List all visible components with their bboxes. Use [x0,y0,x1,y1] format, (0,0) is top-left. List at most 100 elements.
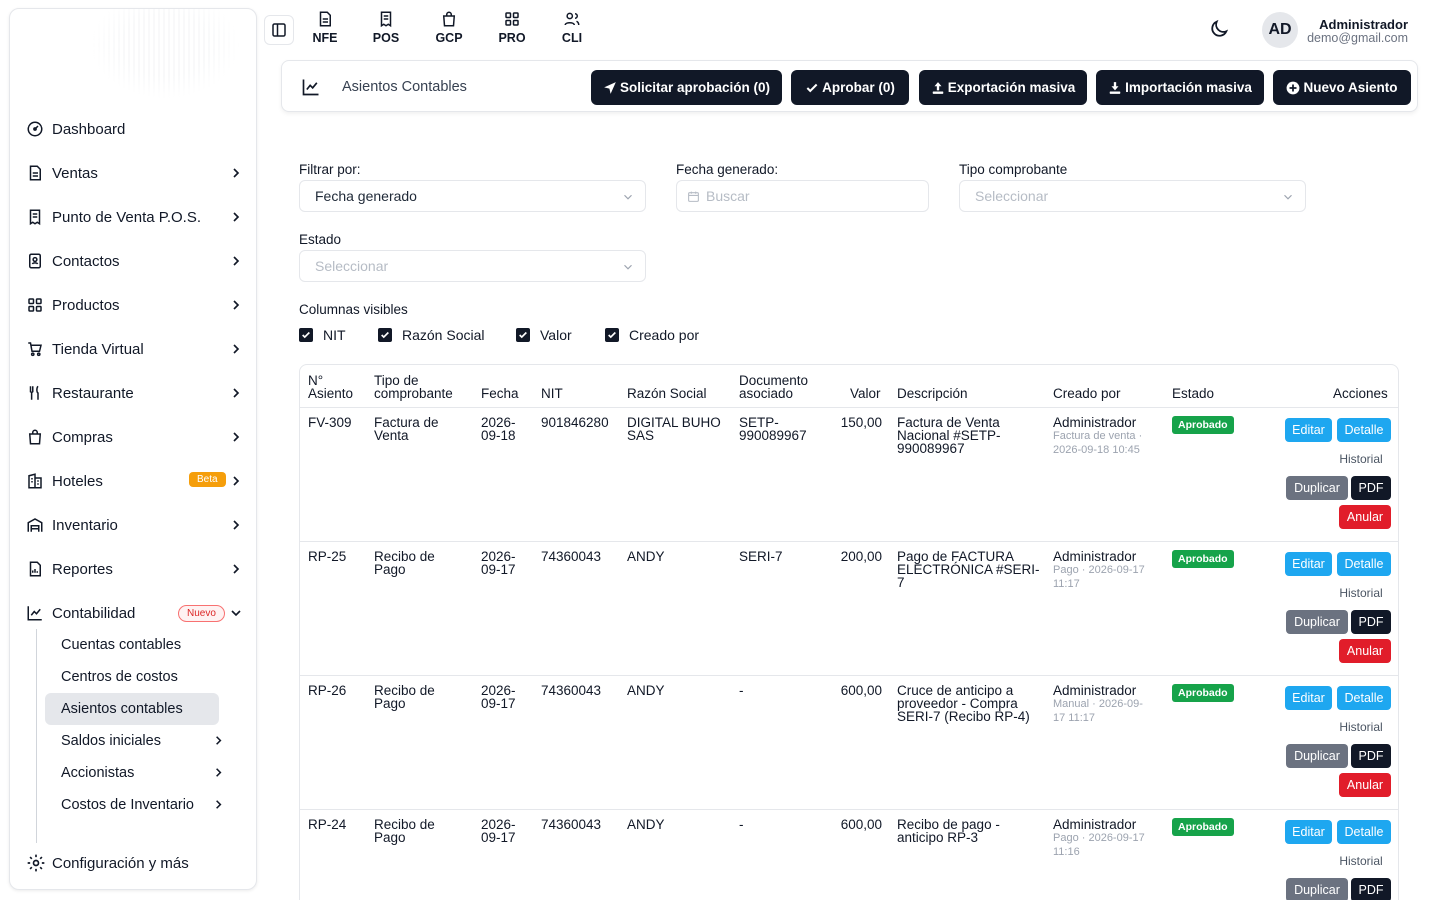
detail-button[interactable]: Detalle [1337,686,1391,710]
column-toggle-nit[interactable]: NIT [299,327,346,343]
header-value: Valor [850,386,881,401]
sidebar-item-pos[interactable]: Punto de Venta P.O.S. [26,195,248,239]
detail-button[interactable]: Detalle [1337,418,1391,442]
checkbox[interactable] [299,328,313,342]
cell-desc: Factura de Venta Nacional #SETP- 990089967 [897,415,1001,456]
edit-button[interactable]: Editar [1285,820,1332,844]
subitem-label: Cuentas contables [61,637,182,653]
subitem-label: Asientos contables [61,701,183,717]
sidebar-toggle-button[interactable] [264,15,294,45]
cart-icon [26,340,44,358]
history-button[interactable]: Historial [1331,581,1391,605]
state-select[interactable]: Seleccionar [299,250,646,282]
duplicate-button[interactable]: Duplicar [1286,878,1348,900]
send-icon [604,81,616,94]
sidebar-item-reportes[interactable]: Reportes [26,547,248,591]
sidebar-item-label: Restaurante [52,384,134,402]
checkbox[interactable] [378,328,392,342]
cell-desc: Recibo de pago - anticipo RP-3 [897,817,1000,845]
detail-button[interactable]: Detalle [1337,552,1391,576]
detail-button[interactable]: Detalle [1337,820,1391,844]
cancel-button[interactable]: Anular [1339,773,1391,797]
cell-type: Recibo de Pago [374,549,435,577]
receipt-icon [26,208,44,226]
subitem-cuentas-contables[interactable]: Cuentas contables [45,629,236,661]
receipt-icon [380,11,392,28]
sidebar-item-contactos[interactable]: Contactos [26,239,248,283]
sidebar-item-productos[interactable]: Productos [26,283,248,327]
column-toggle-valor[interactable]: Valor [516,327,572,343]
cancel-button[interactable]: Anular [1339,505,1391,529]
quick-pro[interactable]: PRO [492,10,532,45]
edit-button[interactable]: Editar [1285,418,1332,442]
chevron-right-icon [233,256,240,266]
cancel-button[interactable]: Anular [1339,639,1391,663]
cell-nit: 74360043 [541,817,602,832]
warehouse-icon [26,516,44,534]
dark-mode-toggle[interactable] [1208,18,1230,40]
contabilidad-subnav: Cuentas contables Centros de costos Asie… [36,629,236,843]
sidebar-item-dashboard[interactable]: Dashboard [26,107,248,151]
edit-button[interactable]: Editar [1285,686,1332,710]
history-button[interactable]: Historial [1331,849,1391,873]
cell-desc: Cruce de anticipo a proveedor - Compra SER… [897,683,1030,724]
pdf-button[interactable]: PDF [1351,744,1391,768]
subitem-accionistas[interactable]: Accionistas [45,757,236,789]
table-row: RP-26 Recibo de Pago 2026- 09-17 74360043 … [300,675,1398,809]
duplicate-button[interactable]: Duplicar [1286,744,1348,768]
cell-doc: - [739,817,744,832]
edit-button[interactable]: Editar [1285,552,1332,576]
history-button[interactable]: Historial [1331,715,1391,739]
config-link[interactable]: Configuración y más [26,849,189,877]
quick-pos[interactable]: POS [366,10,406,45]
subitem-centros-de-costos[interactable]: Centros de costos [45,661,236,693]
chevron-right-icon [233,520,240,530]
filter-by-select[interactable]: Fecha generado [299,180,646,212]
entries-table: N° Asiento Tipo de comprobante Fecha NIT R… [299,364,1399,900]
quick-nfe[interactable]: NFE [305,10,345,45]
pdf-button[interactable]: PDF [1351,610,1391,634]
bulk-import-button[interactable]: Importación masiva [1096,70,1264,105]
sidebar-item-inventario[interactable]: Inventario [26,503,248,547]
quick-cli[interactable]: CLI [552,10,592,45]
cell-desc: Pago de FACTURA ELECTRÓNICA #SERI- 7 [897,549,1040,590]
bulk-export-button[interactable]: Exportación masiva [919,70,1087,105]
column-toggle-razon-social[interactable]: Razón Social [378,327,485,343]
request-approval-button[interactable]: Solicitar aprobación (0) [591,70,782,105]
avatar[interactable]: AD [1262,12,1298,48]
subitem-asientos-contables[interactable]: Asientos contables [45,693,219,725]
date-search-input[interactable]: Buscar [676,180,929,212]
table-row: RP-24 Recibo de Pago 2026- 09-17 74360043 … [300,809,1398,900]
quick-gcp[interactable]: GCP [429,10,469,45]
pdf-button[interactable]: PDF [1351,476,1391,500]
subitem-costos-de-inventario[interactable]: Costos de Inventario [45,789,236,821]
checkbox[interactable] [605,328,619,342]
subitem-saldos-iniciales[interactable]: Saldos iniciales [45,725,236,757]
sidebar-item-ventas[interactable]: Ventas [26,151,248,195]
gear-icon [27,854,45,872]
sidebar-item-hoteles[interactable]: Hoteles Beta [26,459,248,503]
sidebar-item-compras[interactable]: Compras [26,415,248,459]
grid-icon [26,296,44,314]
quick-label: CLI [561,31,583,45]
cell-value: 150,00 [840,415,882,430]
checkbox[interactable] [516,328,530,342]
type-select[interactable]: Seleccionar [959,180,1306,212]
pdf-button[interactable]: PDF [1351,878,1391,900]
upload-icon [932,81,943,94]
chevron-right-icon [233,168,240,178]
duplicate-button[interactable]: Duplicar [1286,476,1348,500]
approve-button[interactable]: Aprobar (0) [791,70,909,105]
cell-value: 200,00 [840,549,882,564]
column-toggle-creado-por[interactable]: Creado por [605,327,699,343]
sidebar-item-restaurante[interactable]: Restaurante [26,371,248,415]
building-icon [26,472,44,490]
sidebar-item-tienda-virtual[interactable]: Tienda Virtual [26,327,248,371]
date-label: Fecha generado: [676,162,779,177]
new-entry-button[interactable]: Nuevo Asiento [1273,70,1411,105]
history-button[interactable]: Historial [1331,447,1391,471]
status-badge: Aprobado [1172,684,1234,702]
header-by: Creado por [1053,386,1121,401]
duplicate-button[interactable]: Duplicar [1286,610,1348,634]
header-actions: Acciones [1333,386,1388,401]
